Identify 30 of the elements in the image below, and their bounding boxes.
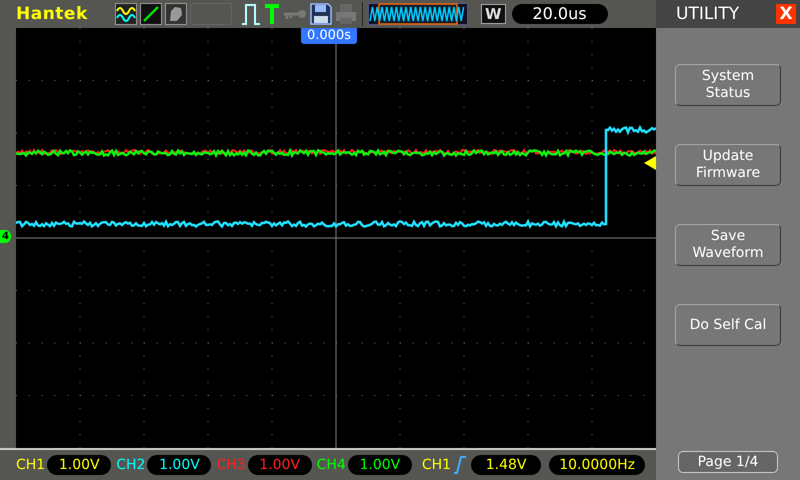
- trigger-source-label: CH1: [422, 457, 452, 473]
- timebase-readout: 20.0us: [512, 4, 608, 24]
- channel-scale: 1.00V: [47, 455, 112, 475]
- xy-mode-icon[interactable]: [140, 3, 162, 25]
- menu-button[interactable]: Update Firmware: [675, 144, 781, 186]
- save-icon[interactable]: [310, 3, 332, 25]
- menu-button[interactable]: Do Self Cal: [675, 304, 781, 346]
- menu-button[interactable]: System Status: [675, 64, 781, 106]
- channel-label[interactable]: CH2: [116, 457, 146, 473]
- menu-title: UTILITY: [676, 4, 740, 24]
- channel-scale: 1.00V: [248, 455, 312, 475]
- trigger-position-label[interactable]: 0.000s: [301, 28, 357, 44]
- channel-scale: 1.00V: [147, 455, 212, 475]
- trigger-t-icon[interactable]: [264, 3, 280, 25]
- close-button[interactable]: X: [776, 4, 796, 24]
- channel-label[interactable]: CH4: [316, 457, 346, 473]
- waveform-overview-icon: [368, 3, 468, 25]
- channel-label[interactable]: CH1: [16, 457, 46, 473]
- brand-logo: Hantek: [16, 4, 89, 24]
- channel-scale: 1.00V: [348, 455, 412, 475]
- window-mode-label[interactable]: W: [481, 4, 506, 24]
- trigger-level-readout: 1.48V: [471, 455, 542, 475]
- page-button[interactable]: Page 1/4: [678, 451, 778, 473]
- frequency-readout: 10.0000Hz: [549, 455, 646, 475]
- wave-display-icon[interactable]: [115, 3, 137, 25]
- ground-marker[interactable]: 4: [0, 230, 11, 243]
- pulse-icon[interactable]: [241, 2, 261, 26]
- persistence-icon[interactable]: [165, 3, 187, 25]
- menu-button[interactable]: Save Waveform: [675, 224, 781, 266]
- rising-edge-icon: [453, 456, 468, 474]
